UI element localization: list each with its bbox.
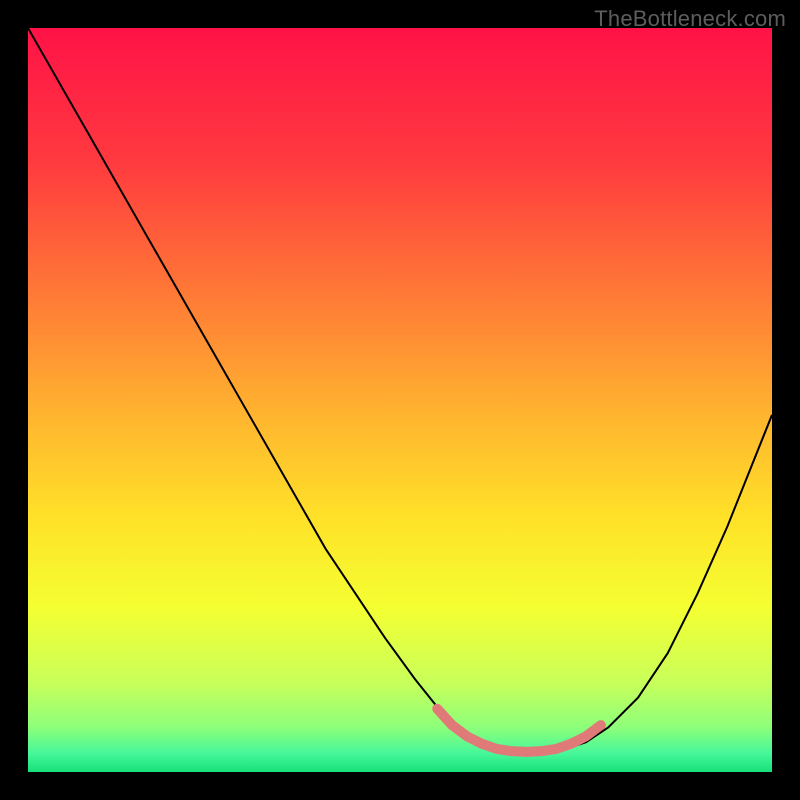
chart-plot-area <box>28 28 772 772</box>
chart-svg <box>28 28 772 772</box>
chart-frame: TheBottleneck.com <box>0 0 800 800</box>
chart-background-gradient <box>28 28 772 772</box>
